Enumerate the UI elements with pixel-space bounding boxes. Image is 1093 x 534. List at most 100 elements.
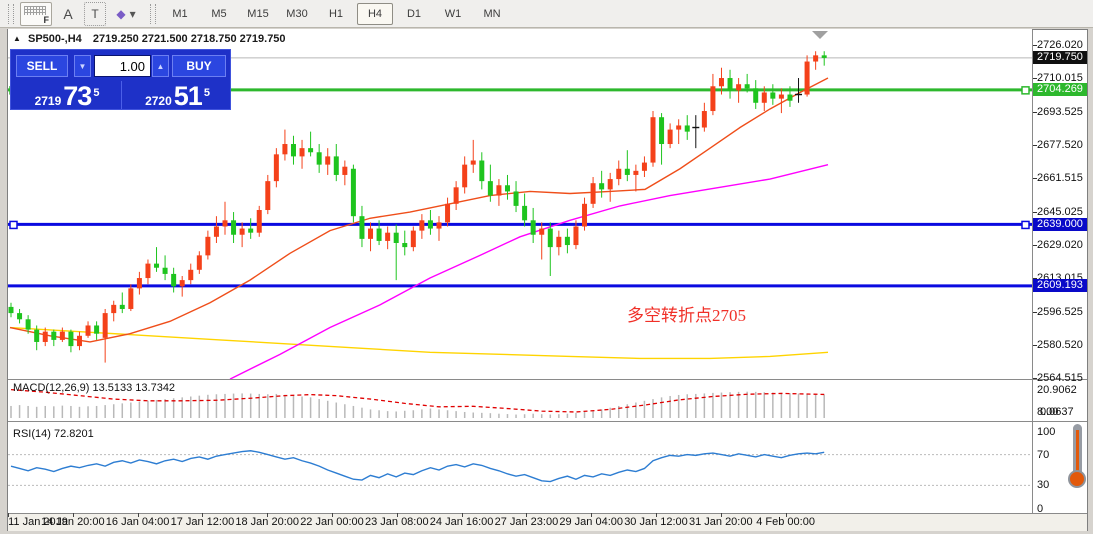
candle-body: [462, 165, 467, 188]
candle-body: [342, 167, 347, 175]
date-axis-tick: [202, 513, 203, 517]
buy-price-sup: 5: [204, 87, 210, 99]
date-axis-label: 31 Jan 20:00: [689, 516, 753, 528]
date-axis-tick: [73, 513, 74, 517]
candle-body: [17, 313, 22, 319]
candle-body: [745, 84, 750, 88]
buy-quote[interactable]: 2720 51 5: [122, 81, 231, 109]
chart-annotation-text: 多空转折点2705: [627, 301, 746, 326]
candle-body: [454, 187, 459, 203]
candle-body: [171, 274, 176, 286]
timeframe-w1[interactable]: W1: [435, 3, 471, 25]
candle-body: [197, 255, 202, 269]
shapes-icon[interactable]: ◆ ▾: [108, 2, 144, 26]
toolbar: F A T ◆ ▾ M1M5M15M30H1H4D1W1MN: [0, 0, 1093, 28]
rsi-axis-label: 70: [1037, 449, 1049, 461]
price-axis-tick: [1033, 212, 1037, 213]
date-axis-tick: [721, 513, 722, 517]
letter-a-icon[interactable]: A: [54, 2, 82, 26]
candle-body: [659, 117, 664, 144]
date-axis-label: 29 Jan 04:00: [559, 516, 623, 528]
date-axis-label: 4 Feb 00:00: [756, 516, 815, 528]
candle-body: [163, 268, 168, 274]
price-axis-tick: [1033, 112, 1037, 113]
toolbar-grip[interactable]: [150, 4, 156, 24]
date-axis-label: 22 Jan 00:00: [300, 516, 364, 528]
candle-body: [265, 181, 270, 210]
line-drag-handle[interactable]: [10, 221, 17, 228]
candle-body: [257, 210, 262, 233]
price-badge: 2719.750: [1033, 51, 1087, 64]
toolbar-grip[interactable]: [8, 4, 14, 24]
candle-body: [317, 152, 322, 164]
candle-body: [394, 233, 399, 243]
price-axis-separator: [1032, 30, 1033, 513]
candle-body: [214, 226, 219, 236]
candle-body: [608, 179, 613, 189]
grid-dots-icon: [24, 6, 46, 15]
ohlc-values: 2719.250 2721.500 2718.750 2719.750: [93, 33, 286, 45]
date-axis-tick: [462, 513, 463, 517]
candle-body: [633, 171, 638, 175]
one-click-trading-panel: SELL ▼ 1.00 ▲ BUY 2719 73 5 2720 51 5: [10, 49, 231, 110]
sell-price-big: 73: [63, 81, 91, 112]
candle-body: [43, 332, 48, 342]
timeframe-h1[interactable]: H1: [318, 3, 354, 25]
date-axis-label: 23 Jan 08:00: [365, 516, 429, 528]
candle-body: [651, 117, 656, 162]
panel-separator[interactable]: [8, 421, 1087, 425]
timeframe-m5[interactable]: M5: [201, 3, 237, 25]
price-axis-label: 2710.015: [1037, 72, 1083, 84]
candle-body: [68, 332, 73, 346]
volume-increase-button[interactable]: ▲: [152, 55, 169, 77]
candle-body: [522, 206, 527, 220]
candle-body: [599, 183, 604, 189]
macd-label: MACD(12,26,9) 13.5133 13.7342: [13, 382, 175, 394]
price-axis-tick: [1033, 312, 1037, 313]
symbol-period-label: SP500-,H4: [28, 33, 82, 45]
candle-body: [334, 156, 339, 175]
grid-f-icon[interactable]: F: [20, 2, 52, 26]
price-axis-label: 2726.020: [1037, 39, 1083, 51]
rsi-axis-label: 30: [1037, 479, 1049, 491]
price-axis-label: 2645.025: [1037, 206, 1083, 218]
buy-button[interactable]: BUY: [172, 55, 226, 77]
candle-body: [565, 237, 570, 245]
candle-body: [180, 280, 185, 286]
candle-body: [642, 163, 647, 171]
price-axis-label: 2629.020: [1037, 239, 1083, 251]
date-axis-tick: [526, 513, 527, 517]
candle-body: [719, 78, 724, 86]
volume-decrease-button[interactable]: ▼: [74, 55, 91, 77]
sell-button[interactable]: SELL: [16, 55, 68, 77]
candle-body: [103, 313, 108, 338]
date-axis-label: 16 Jan 04:00: [106, 516, 170, 528]
candle-body: [531, 220, 536, 234]
candle-body: [582, 204, 587, 227]
price-axis-tick: [1033, 78, 1037, 79]
candle-body: [813, 55, 818, 61]
timeframe-mn[interactable]: MN: [474, 3, 510, 25]
sell-quote[interactable]: 2719 73 5: [11, 81, 122, 109]
timeframe-h4[interactable]: H4: [357, 3, 393, 25]
timeframe-m15[interactable]: M15: [240, 3, 276, 25]
line-drag-handle[interactable]: [1022, 87, 1029, 94]
price-axis-tick: [1033, 378, 1037, 379]
date-axis-label: 17 Jan 12:00: [171, 516, 235, 528]
sell-price-sup: 5: [93, 87, 99, 99]
candle-body: [548, 229, 553, 248]
candle-body: [779, 95, 784, 99]
candle-body: [616, 169, 621, 179]
timeframe-m30[interactable]: M30: [279, 3, 315, 25]
candle-body: [34, 330, 39, 342]
line-drag-handle[interactable]: [1022, 221, 1029, 228]
timeframe-d1[interactable]: D1: [396, 3, 432, 25]
candle-body: [753, 88, 758, 102]
volume-input[interactable]: 1.00: [94, 55, 151, 77]
text-box-icon[interactable]: T: [84, 2, 106, 26]
timeframe-m1[interactable]: M1: [162, 3, 198, 25]
collapse-arrow-icon[interactable]: ▲: [13, 34, 21, 43]
candle-body: [402, 243, 407, 247]
macd-axis-min-b: 0.0637: [1040, 406, 1074, 418]
candle-body: [676, 125, 681, 129]
